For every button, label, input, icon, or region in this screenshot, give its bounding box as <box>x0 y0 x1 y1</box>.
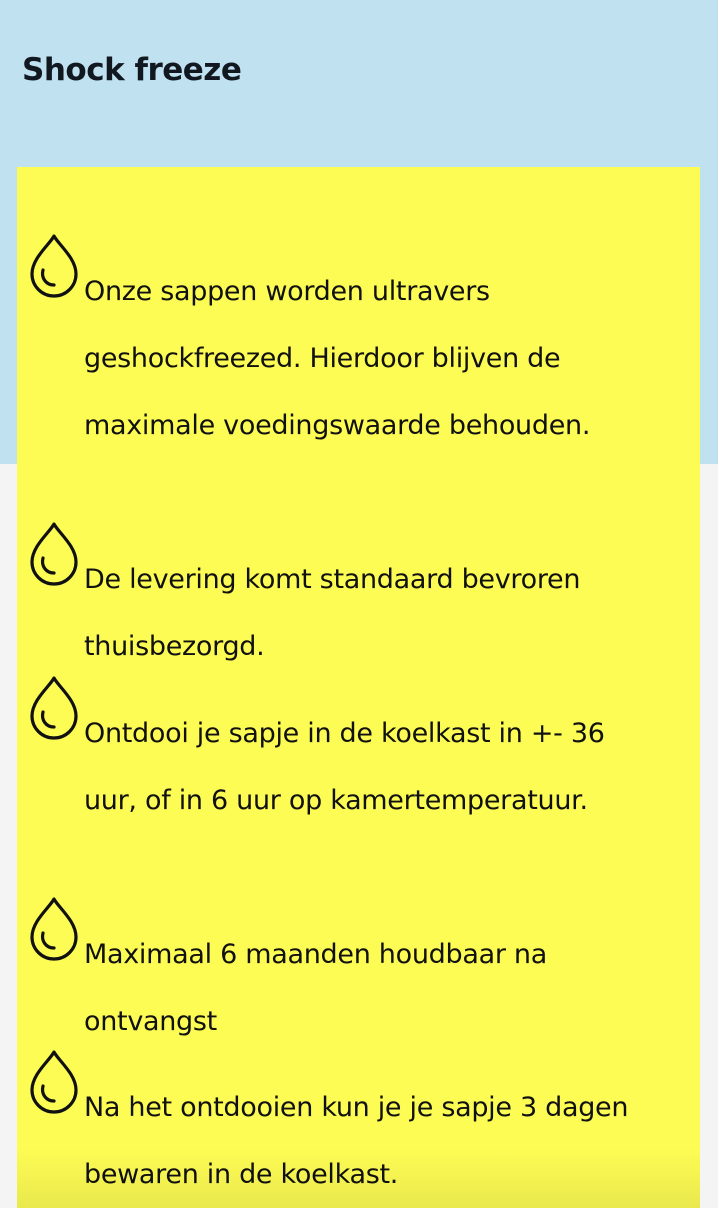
feature-text: De levering komt standaard bevroren thui… <box>84 564 581 662</box>
feature-card: Onze sappen worden ultravers geshockfree… <box>17 167 700 1208</box>
water-drop-icon <box>30 1050 78 1114</box>
water-drop-icon <box>30 522 78 586</box>
feature-text: Onze sappen worden ultravers geshockfree… <box>84 276 591 441</box>
water-drop-icon <box>30 897 78 961</box>
water-drop-icon <box>30 234 78 298</box>
feature-text: Ontdooi je sapje in de koelkast in +- 36… <box>84 718 605 816</box>
page-title: Shock freeze <box>22 52 242 88</box>
water-drop-icon <box>30 676 78 740</box>
card-bottom-fade <box>17 1148 700 1208</box>
feature-text: Maximaal 6 maanden houdbaar na ontvangst <box>84 939 547 1037</box>
